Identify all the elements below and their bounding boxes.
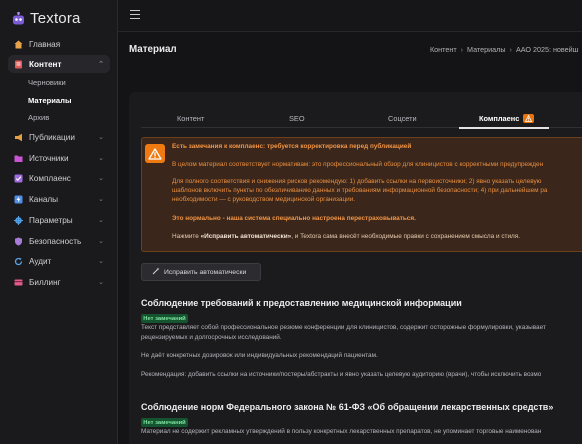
status-badge: Нет замечаний [141,418,188,427]
sidebar-item-content[interactable]: Контент ⌃ [8,55,110,73]
shield-icon [14,237,23,246]
breadcrumb: Контент › Материалы › ААО 2025: новейш [430,45,578,54]
chevron-down-icon: ⌄ [98,196,104,203]
sidebar-subitem-materials[interactable]: Материалы [28,96,71,105]
alert-paragraph: В целом материал соответствует норматива… [172,161,544,168]
chevron-down-icon: ⌄ [98,279,104,286]
chevron-down-icon: ⌄ [98,155,104,162]
alert-hint: Нажмите «Исправить автоматически», и Tex… [172,232,520,241]
sidebar-item-label: Источники [29,153,69,163]
sidebar-item-label: Параметры [29,215,73,225]
section-text: Текст представляет собой профессионально… [141,324,546,331]
sidebar-item-label: Каналы [29,194,59,204]
document-icon [14,60,23,69]
auto-fix-button[interactable]: Исправить автоматически [141,263,261,281]
chevron-down-icon: ⌄ [98,217,104,224]
magic-wand-icon [152,267,160,277]
sidebar-item-label: Биллинг [29,277,61,287]
sidebar-item-settings[interactable]: Параметры ⌄ [8,211,110,229]
app-logo[interactable]: Textora [12,10,81,27]
chevron-down-icon: ⌄ [98,134,104,141]
section-title: Соблюдение требований к предоставлению м… [141,298,462,308]
alert-recommendation-line: шаблонов включить пункты по обезличивани… [172,187,548,194]
sidebar-item-compliance[interactable]: Комплаенс ⌄ [8,169,110,187]
sidebar-subitem-drafts[interactable]: Черновики [28,78,66,87]
sidebar: Textora Главная Контент ⌃ Черновики Мате… [0,0,118,444]
breadcrumb-current: ААО 2025: новейш [515,45,579,54]
section-text: Материал не содержит рекламных утвержден… [141,428,542,435]
auto-fix-label: Исправить автоматически [164,268,247,276]
sidebar-item-label: Публикации [29,132,75,142]
sidebar-item-audit[interactable]: Аудит ⌄ [8,252,110,270]
alert-hint-prefix: Нажмите [172,233,201,240]
alert-note: Это нормально - наша система специально … [172,215,416,222]
page-title: Материал [129,44,177,55]
card-icon [14,278,23,287]
sidebar-item-publications[interactable]: Публикации ⌄ [8,128,110,146]
alert-hint-action: «Исправить автоматически» [200,233,292,240]
sidebar-item-channels[interactable]: Каналы ⌄ [8,190,110,208]
gear-icon [14,215,23,225]
tab-label: Комплаенс [479,114,520,123]
chevron-up-icon: ⌃ [98,61,104,68]
chevron-down-icon: ⌄ [98,175,104,182]
app-name: Textora [30,10,81,27]
section-text: рецензируемых и долгосрочных исследовани… [141,334,282,341]
sidebar-item-label: Контент [29,59,62,69]
tab-social[interactable]: Соцсети [388,114,417,123]
check-icon [14,174,23,183]
sidebar-item-home[interactable]: Главная [8,35,110,53]
chevron-right-icon: › [460,45,464,54]
alert-recommendation-line: необходимости — с руководством медицинск… [172,196,356,203]
menu-icon[interactable] [130,10,144,22]
warning-icon [145,144,165,163]
status-badge: Нет замечаний [141,314,188,323]
alert-title: Есть замечания к комплаенс: требуется ко… [172,143,412,150]
sidebar-item-label: Безопасность [29,236,82,246]
tab-content[interactable]: Контент [177,114,204,123]
chevron-right-icon: › [509,45,512,54]
sidebar-item-billing[interactable]: Биллинг ⌄ [8,273,110,291]
megaphone-icon [14,133,23,142]
section-title: Соблюдение норм Федерального закона № 61… [141,402,554,412]
tab-compliance[interactable]: Комплаенс [479,113,535,124]
sidebar-item-sources[interactable]: Источники ⌄ [8,149,110,167]
sidebar-item-security[interactable]: Безопасность ⌄ [8,232,110,250]
alert-recommendation-line: Для полного соответствия и снижения риск… [172,178,542,185]
chevron-down-icon: ⌄ [98,258,104,265]
bolt-icon [14,195,23,204]
robot-logo-icon [13,11,24,24]
active-tab-indicator [459,127,549,129]
sidebar-item-label: Главная [29,39,61,49]
refresh-icon [14,257,23,266]
section-text: Не даёт конкретных дозировок или индивид… [141,352,378,359]
tab-seo[interactable]: SEO [289,114,305,123]
sidebar-item-label: Комплаенс [29,173,71,183]
section-text: Рекомендация: добавить ссылки на источни… [141,371,542,378]
tab-bar: Контент SEO Соцсети Комплаенс [141,110,582,128]
breadcrumb-item[interactable]: Контент [430,45,457,54]
folder-icon [14,154,23,163]
breadcrumb-item[interactable]: Материалы [467,45,506,54]
warning-icon [523,113,535,123]
home-icon [14,40,23,49]
sidebar-subitem-archive[interactable]: Архив [28,113,49,122]
chevron-down-icon: ⌄ [98,238,104,245]
topbar [118,0,582,32]
sidebar-item-label: Аудит [29,256,52,266]
alert-hint-suffix: , и Textora сама внесёт необходимые прав… [291,233,520,240]
